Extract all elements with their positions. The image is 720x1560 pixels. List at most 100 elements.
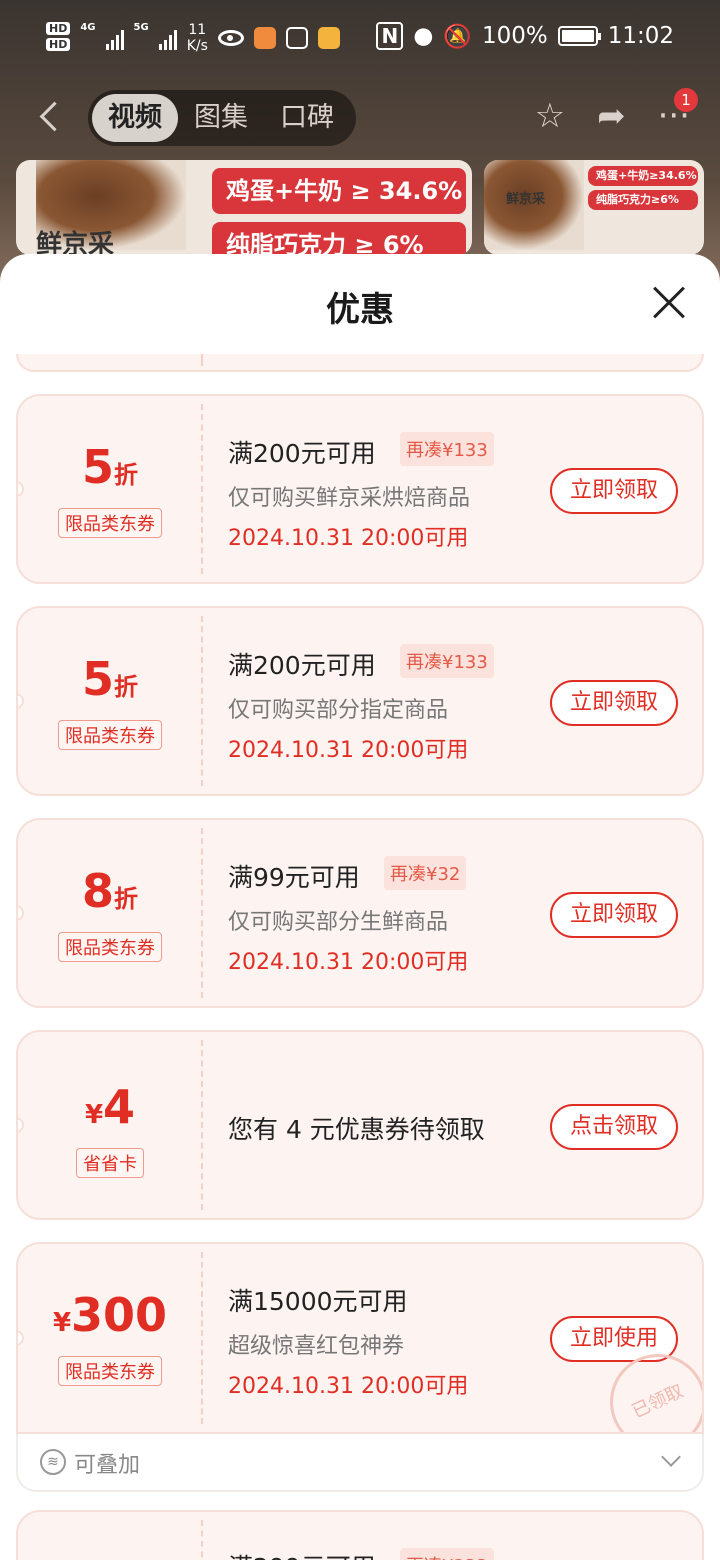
chevron-down-icon[interactable] — [661, 1447, 681, 1467]
banner-thumb-spec-2: 纯脂巧克力≥6% — [588, 190, 698, 210]
discount-number: 8 — [81, 864, 114, 918]
coupon-card: 满299元可用 再凑¥233 — [16, 1510, 704, 1560]
tab-gallery[interactable]: 图集 — [178, 94, 264, 142]
mute-icon: 🔕 — [443, 23, 472, 50]
product-nav-bar: 视频 图集 口碑 ☆ ➦ ··· 1 — [0, 88, 720, 148]
coupon-condition: 满200元可用 — [228, 651, 376, 680]
banner-thumb-spec-1: 鸡蛋+牛奶≥34.6% — [588, 166, 698, 186]
location-icon: ● — [413, 23, 434, 49]
coupon-type-tag: 限品类东券 — [58, 932, 162, 962]
discount-value: 5折 — [18, 652, 202, 706]
coupon-valid-time: 2024.10.31 20:00可用 — [228, 526, 469, 551]
coupon-type-tag: 省省卡 — [76, 1148, 144, 1178]
stackable-row[interactable]: ≋ 可叠加 — [16, 1434, 704, 1492]
stack-icon: ≋ — [40, 1449, 66, 1475]
discount-value: ¥4 — [18, 1080, 202, 1134]
nav-actions: ☆ ➦ ··· — [535, 96, 690, 136]
savings-message: 您有 4 元优惠券待领取 — [228, 1115, 485, 1144]
coupon-value-area: 5折 限品类东券 — [18, 396, 202, 582]
coupon-condition: 满99元可用 — [228, 863, 360, 892]
currency-symbol: ¥ — [84, 1100, 104, 1130]
claim-button[interactable]: 立即领取 — [550, 892, 678, 938]
coupon-list[interactable]: 5折 限品类东券 满200元可用 再凑¥133 仅可购买鲜京采烘焙商品 2024… — [16, 254, 704, 1560]
clock: 11:02 — [607, 23, 674, 49]
coupon-condition: 满200元可用 — [228, 439, 376, 468]
hand-icon — [285, 27, 308, 49]
net-speed-unit: K/s — [186, 38, 208, 54]
discount-unit: 折 — [114, 673, 138, 701]
remaining-amount-chip: 再凑¥32 — [384, 856, 467, 890]
coupon-details: 满299元可用 再凑¥233 — [228, 1512, 552, 1560]
claim-button[interactable]: 点击领取 — [550, 1104, 678, 1150]
coupon-value-area: 5折 限品类东券 — [18, 608, 202, 794]
nfc-icon: N — [376, 22, 404, 50]
hd-label-2: HD — [46, 38, 71, 51]
hd-indicator: HD HD — [46, 22, 71, 54]
coupon-scope: 仅可购买部分指定商品 — [228, 698, 449, 723]
brand-thumb-text: 鲜京采 — [506, 192, 546, 207]
coupon-card-claimed: ¥300 限品类东券 满15000元可用 超级惊喜红包神券 2024.10.31… — [16, 1242, 704, 1434]
product-banner-thumb[interactable]: 鲜京采 鸡蛋+牛奶≥34.6% 纯脂巧克力≥6% — [484, 160, 704, 255]
share-icon[interactable]: ➦ — [597, 96, 626, 136]
tab-video[interactable]: 视频 — [92, 94, 178, 142]
coupon-scope: 仅可购买鲜京采烘焙商品 — [228, 486, 471, 511]
stackable-label: 可叠加 — [74, 1453, 141, 1478]
back-icon[interactable] — [34, 100, 64, 136]
discount-unit: 折 — [114, 885, 138, 913]
coupon-details: 满99元可用 再凑¥32 仅可购买部分生鲜商品 2024.10.31 20:00… — [228, 820, 552, 1006]
coupon-card: 5折 限品类东券 满200元可用 再凑¥133 仅可购买鲜京采烘焙商品 2024… — [16, 394, 704, 584]
coupon-type-tag: 限品类东券 — [58, 508, 162, 538]
tab-reviews[interactable]: 口碑 — [264, 94, 350, 142]
savings-card: ¥4 省省卡 您有 4 元优惠券待领取 点击领取 — [16, 1030, 704, 1220]
coupon-card: 5折 限品类东券 满200元可用 再凑¥133 仅可购买部分指定商品 2024.… — [16, 606, 704, 796]
product-banner-main: 鲜京采 鸡蛋+牛奶 ≥ 34.6% 纯脂巧克力 ≥ 6% — [16, 160, 472, 255]
coupon-details: 您有 4 元优惠券待领取 — [228, 1032, 552, 1218]
status-bar: HD HD 4G 5G 11 K/s N ● 🔕 100% 11:02 — [0, 0, 720, 80]
signal-icon-1 — [105, 26, 124, 50]
network-type-1: 4G — [80, 22, 96, 33]
coupon-scope: 超级惊喜红包神券 — [228, 1334, 405, 1359]
coupon-valid-time: 2024.10.31 20:00可用 — [228, 950, 469, 975]
coupon-details: 满200元可用 再凑¥133 仅可购买部分指定商品 2024.10.31 20:… — [228, 608, 552, 794]
coupon-type-tag: 限品类东券 — [58, 1356, 162, 1386]
star-icon[interactable]: ☆ — [535, 96, 565, 136]
battery-icon — [557, 26, 601, 46]
coupon-valid-time: 2024.10.31 20:00可用 — [228, 1374, 469, 1399]
discount-value: 8折 — [18, 864, 202, 918]
discount-unit: 折 — [114, 461, 138, 489]
coupon-sheet: 优惠 5折 限品类东券 满200元可用 再凑¥133 仅可购买鲜京采烘焙商品 2… — [0, 254, 720, 1560]
brand-logo-text: 鲜京采 — [36, 230, 115, 255]
coupon-value-area: ¥4 省省卡 — [18, 1032, 202, 1218]
remaining-amount-chip: 再凑¥133 — [400, 644, 494, 678]
claim-button[interactable]: 立即领取 — [550, 680, 678, 726]
discount-number: 300 — [71, 1288, 168, 1342]
coupon-type-tag: 限品类东券 — [58, 720, 162, 750]
banner-spec-1: 鸡蛋+牛奶 ≥ 34.6% — [212, 168, 466, 214]
notification-badge: 1 — [674, 88, 698, 112]
coupon-condition: 满15000元可用 — [228, 1287, 408, 1316]
claim-button[interactable]: 立即领取 — [550, 468, 678, 514]
remaining-amount-chip: 再凑¥233 — [400, 1548, 494, 1560]
discount-number: 5 — [81, 652, 114, 706]
banner-spec-2: 纯脂巧克力 ≥ 6% — [212, 222, 466, 255]
status-left: HD HD 4G 5G 11 K/s — [46, 22, 340, 54]
net-speed-value: 11 — [188, 22, 207, 38]
coupon-condition: 满299元可用 — [228, 1548, 376, 1560]
coupon-value-area: ¥300 限品类东券 — [18, 1244, 202, 1432]
coupon-details: 满200元可用 再凑¥133 仅可购买鲜京采烘焙商品 2024.10.31 20… — [228, 396, 552, 582]
media-tab-switcher: 视频 图集 口碑 — [88, 90, 356, 146]
coupon-card-clipped — [16, 354, 704, 372]
coupon-details: 满15000元可用 超级惊喜红包神券 2024.10.31 20:00可用 — [228, 1244, 552, 1432]
coupon-valid-time: 2024.10.31 20:00可用 — [228, 738, 469, 763]
discount-number: 5 — [81, 440, 114, 494]
coupon-card: 8折 限品类东券 满99元可用 再凑¥32 仅可购买部分生鲜商品 2024.10… — [16, 818, 704, 1008]
discount-value: 5折 — [18, 440, 202, 494]
eye-icon — [217, 30, 244, 46]
status-right: N ● 🔕 100% 11:02 — [376, 22, 674, 50]
coupon-value-area: 8折 限品类东券 — [18, 820, 202, 1006]
network-type-2: 5G — [133, 22, 149, 33]
app-notification-icon-2 — [317, 27, 340, 49]
hd-label-1: HD — [46, 22, 71, 35]
discount-value: ¥300 — [18, 1288, 202, 1342]
remaining-amount-chip: 再凑¥133 — [400, 432, 494, 466]
